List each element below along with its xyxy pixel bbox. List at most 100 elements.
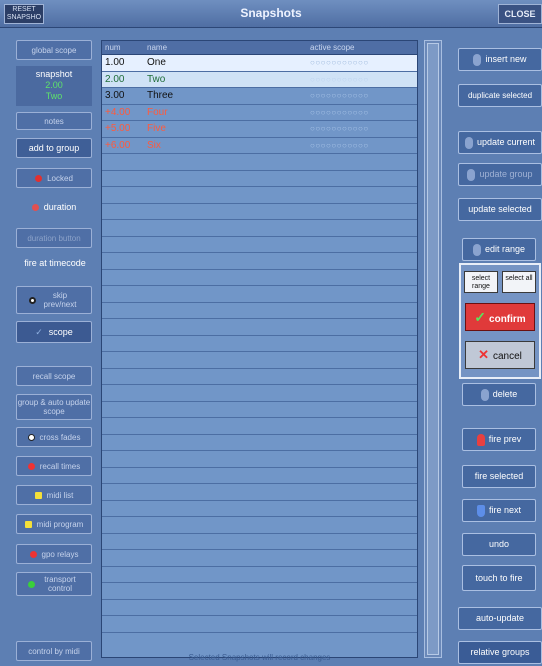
row-active-scope[interactable]: ○○○○○○○○○○○ xyxy=(307,105,417,121)
empty-row[interactable] xyxy=(102,154,417,171)
transport-control-icon xyxy=(28,580,35,588)
empty-row[interactable] xyxy=(102,352,417,369)
insert-new-button[interactable]: insert new xyxy=(458,48,542,71)
empty-row[interactable] xyxy=(102,468,417,484)
touch-to-fire-button[interactable]: touch to fire xyxy=(462,565,536,591)
control-by-midi-button[interactable]: control by midi xyxy=(16,641,92,661)
global-scope-button[interactable]: global scope xyxy=(16,40,92,60)
confirm-button[interactable]: ✓ confirm xyxy=(465,303,535,331)
empty-row[interactable] xyxy=(102,253,417,270)
skip-prev-next-button[interactable]: skip prev/next xyxy=(16,286,92,314)
recall-times-button[interactable]: recall times xyxy=(16,456,92,476)
add-to-group-button[interactable]: add to group xyxy=(16,138,92,158)
gpo-relays-button[interactable]: gpo relays xyxy=(16,544,92,564)
close-button[interactable]: CLOSE xyxy=(498,4,542,24)
header-num[interactable]: num xyxy=(102,41,144,54)
empty-row[interactable] xyxy=(102,583,417,600)
duplicate-selected-button[interactable]: duplicate selected xyxy=(458,84,542,107)
transport-control-label: transport control xyxy=(44,575,76,593)
row-active-scope[interactable]: ○○○○○○○○○○○ xyxy=(307,88,417,104)
empty-row[interactable] xyxy=(102,451,417,468)
fire-selected-button[interactable]: fire selected xyxy=(462,465,536,488)
current-snapshot-display: snapshot 2.00 Two xyxy=(16,66,92,106)
update-current-button[interactable]: update current xyxy=(458,131,542,154)
midi-list-button[interactable]: midi list xyxy=(16,485,92,505)
empty-row[interactable] xyxy=(102,204,417,220)
fire-prev-button[interactable]: fire prev xyxy=(462,428,536,451)
table-row[interactable]: 1.00 One ○○○○○○○○○○○ xyxy=(102,55,417,72)
empty-row[interactable] xyxy=(102,616,417,633)
edit-range-label: edit range xyxy=(484,244,526,254)
empty-row[interactable] xyxy=(102,418,417,435)
empty-row[interactable] xyxy=(102,171,417,187)
fire-next-button[interactable]: fire next xyxy=(462,499,536,522)
row-active-scope[interactable]: ○○○○○○○○○○○ xyxy=(307,138,417,154)
recall-times-icon xyxy=(27,462,35,470)
close-icon: ✕ xyxy=(478,347,489,362)
snapshot-table: num name active scope 1.00 One ○○○○○○○○○○○… xyxy=(101,40,418,658)
empty-row[interactable] xyxy=(102,303,417,319)
recall-scope-button[interactable]: recall scope xyxy=(16,366,92,386)
transport-control-button[interactable]: transport control xyxy=(16,572,92,596)
midi-program-button[interactable]: midi program xyxy=(16,514,92,534)
row-active-scope[interactable]: ○○○○○○○○○○○ xyxy=(307,121,417,137)
row-active-scope[interactable]: ○○○○○○○○○○○ xyxy=(307,72,417,88)
fire-at-timecode-label[interactable]: fire at timecode xyxy=(14,258,96,268)
empty-row[interactable] xyxy=(102,336,417,352)
title-bar: RESET SNAPSHO Snapshots CLOSE xyxy=(0,0,542,28)
empty-row[interactable] xyxy=(102,187,417,204)
empty-row[interactable] xyxy=(102,550,417,567)
cancel-label: cancel xyxy=(493,351,522,362)
empty-row[interactable] xyxy=(102,220,417,237)
empty-row[interactable] xyxy=(102,501,417,517)
duration-button[interactable]: duration button xyxy=(16,228,92,248)
empty-row[interactable] xyxy=(102,402,417,418)
locked-button[interactable]: Locked xyxy=(16,168,92,188)
select-range-button[interactable]: select range xyxy=(464,271,498,293)
empty-row[interactable] xyxy=(102,534,417,550)
locked-label: Locked xyxy=(47,173,73,183)
update-group-label: update group xyxy=(479,169,533,179)
empty-row[interactable] xyxy=(102,286,417,303)
scrollbar-thumb[interactable] xyxy=(427,43,439,655)
relative-groups-button[interactable]: relative groups xyxy=(458,641,542,664)
empty-row[interactable] xyxy=(102,567,417,583)
empty-row[interactable] xyxy=(102,600,417,616)
cancel-button[interactable]: ✕ cancel xyxy=(465,341,535,369)
table-row[interactable]: +4.00 Four ○○○○○○○○○○○ xyxy=(102,105,417,121)
select-all-button[interactable]: select all xyxy=(502,271,536,293)
undo-button[interactable]: undo xyxy=(462,533,536,556)
header-active-scope[interactable]: active scope xyxy=(307,41,417,54)
delete-label: delete xyxy=(492,389,518,399)
checkmark-icon: ✓ xyxy=(35,326,43,337)
row-active-scope[interactable]: ○○○○○○○○○○○ xyxy=(307,55,417,71)
midi-program-label: midi program xyxy=(36,519,84,529)
button-lead-icon xyxy=(467,168,476,181)
empty-row[interactable] xyxy=(102,385,417,402)
header-name[interactable]: name xyxy=(144,41,307,54)
duration-toggle[interactable]: duration xyxy=(16,198,92,216)
empty-row[interactable] xyxy=(102,270,417,286)
table-scrollbar[interactable] xyxy=(424,40,442,658)
auto-update-button[interactable]: auto-update xyxy=(458,607,542,630)
empty-row[interactable] xyxy=(102,517,417,534)
table-row[interactable]: 3.00 Three ○○○○○○○○○○○ xyxy=(102,88,417,105)
empty-row[interactable] xyxy=(102,484,417,501)
update-selected-button[interactable]: update selected xyxy=(458,198,542,221)
group-auto-update-scope-button[interactable]: group & auto update scope xyxy=(16,394,92,420)
empty-row[interactable] xyxy=(102,435,417,451)
row-name: Six xyxy=(147,139,161,151)
midi-list-icon xyxy=(34,491,42,499)
table-row[interactable]: +5.00 Five ○○○○○○○○○○○ xyxy=(102,121,417,138)
edit-range-button[interactable]: edit range xyxy=(462,238,536,261)
update-group-button[interactable]: update group xyxy=(458,163,542,186)
delete-button[interactable]: delete xyxy=(462,383,536,406)
empty-row[interactable] xyxy=(102,369,417,385)
empty-row[interactable] xyxy=(102,319,417,336)
notes-button[interactable]: notes xyxy=(16,112,92,130)
table-row[interactable]: 2.00 Two ○○○○○○○○○○○ xyxy=(102,71,417,88)
cross-fades-button[interactable]: cross fades xyxy=(16,427,92,447)
scope-button[interactable]: ✓ scope xyxy=(16,321,92,343)
table-row[interactable]: +6.00 Six ○○○○○○○○○○○ xyxy=(102,138,417,154)
empty-row[interactable] xyxy=(102,237,417,253)
